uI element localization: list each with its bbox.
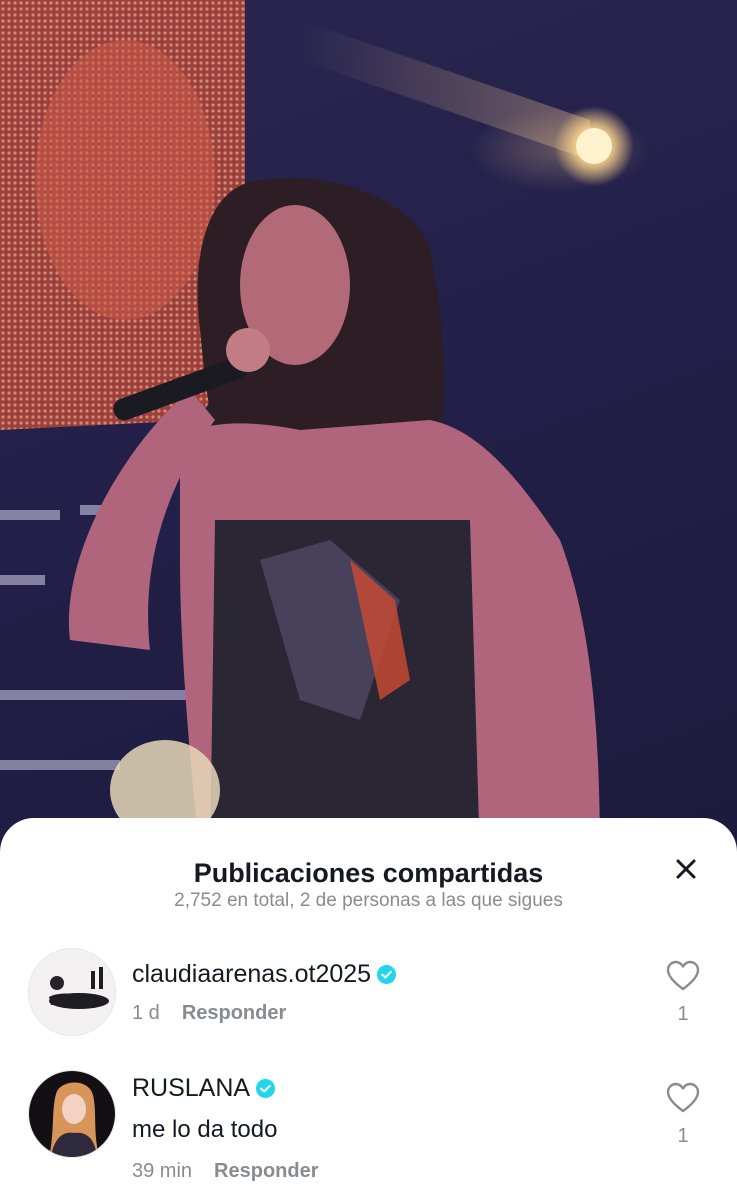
shared-posts-sheet: Publicaciones compartidas 2,752 en total… xyxy=(0,818,737,1200)
like-button[interactable]: 1 xyxy=(665,1082,701,1148)
sheet-subtitle: 2,752 en total, 2 de personas a las que … xyxy=(174,890,563,911)
video-background[interactable] xyxy=(0,0,737,860)
heart-outline-icon xyxy=(666,1082,700,1113)
comment-text: me lo da todo xyxy=(132,1116,278,1143)
reply-button[interactable]: Responder xyxy=(182,1002,286,1025)
avatar-image xyxy=(29,1071,115,1157)
verified-badge-icon xyxy=(377,965,397,984)
reply-button[interactable]: Responder xyxy=(214,1160,318,1183)
avatar[interactable] xyxy=(28,948,116,1036)
like-button[interactable]: 1 xyxy=(665,960,701,1026)
avatar-image xyxy=(29,949,115,1035)
verified-badge-icon xyxy=(256,1079,276,1098)
like-count: 1 xyxy=(677,1125,689,1147)
comment-username[interactable]: claudiaarenas.ot2025 xyxy=(132,960,397,989)
close-icon xyxy=(676,859,696,879)
sheet-title: Publicaciones compartidas xyxy=(193,858,544,888)
close-button[interactable] xyxy=(669,852,703,886)
comment-time: 39 min xyxy=(132,1160,193,1182)
comment-meta: 39 min Responder xyxy=(132,1160,319,1183)
like-count: 1 xyxy=(677,1003,689,1025)
username-text: claudiaarenas.ot2025 xyxy=(132,960,372,988)
comment-username[interactable]: RUSLANA xyxy=(132,1074,276,1103)
heart-outline-icon xyxy=(666,960,700,991)
concert-scene-image xyxy=(0,0,634,860)
avatar[interactable] xyxy=(28,1070,116,1158)
username-text: RUSLANA xyxy=(132,1074,251,1102)
comment-meta: 1 d Responder xyxy=(132,1002,286,1025)
comment-time: 1 d xyxy=(132,1002,160,1024)
